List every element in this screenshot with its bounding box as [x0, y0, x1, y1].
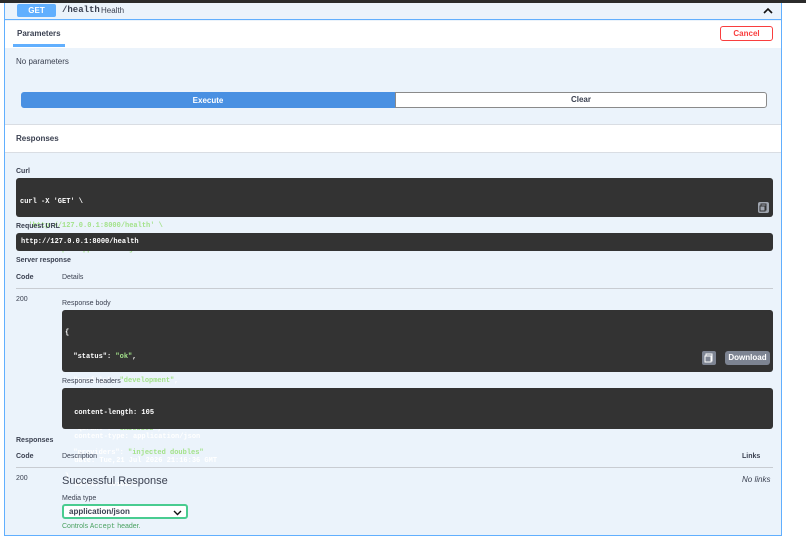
media-type-label: Media type	[62, 495, 97, 502]
copy-icon[interactable]	[758, 202, 769, 213]
response-body-label: Response body	[62, 300, 111, 307]
server-response-label: Server response	[16, 257, 71, 264]
response-code: 200	[16, 475, 28, 482]
operation-summary[interactable]: GET /health Health	[5, 3, 781, 20]
request-url-label: Request URL	[16, 223, 60, 230]
operation-description: Health	[101, 6, 125, 15]
method-badge: GET	[17, 4, 56, 17]
parameters-header: Parameters Cancel	[5, 21, 781, 48]
body-line: "status": "ok",	[65, 353, 137, 361]
body-line: {	[65, 329, 70, 337]
chevron-down-icon	[173, 510, 182, 516]
curl-block[interactable]: curl -X 'GET' \ 'http://127.0.0.1:8000/h…	[16, 178, 773, 254]
response-code: 200	[16, 296, 28, 303]
divider	[16, 467, 773, 468]
request-url-block[interactable]: http://127.0.0.1:8000/health	[16, 233, 773, 251]
responses-header: Responses	[5, 124, 781, 153]
media-type-select[interactable]: application/json	[62, 504, 188, 519]
header-line: content-type: application/json	[70, 433, 201, 441]
chevron-up-icon[interactable]	[761, 4, 775, 18]
column-code: Code	[16, 274, 34, 281]
execute-wrapper: Execute Clear	[21, 92, 767, 108]
response-headers-label: Response headers	[62, 378, 121, 385]
curl-line: curl -X 'GET' \	[20, 198, 84, 206]
copy-icon[interactable]	[702, 351, 716, 365]
no-parameters-text: No parameters	[16, 57, 69, 66]
responses-title: Responses	[16, 134, 59, 143]
cancel-button[interactable]: Cancel	[720, 26, 773, 41]
media-type-value: application/json	[69, 507, 130, 516]
controls-prefix: Controls	[62, 523, 89, 530]
response-description: Successful Response	[62, 475, 168, 487]
header-line: content-length: 105	[70, 409, 155, 417]
tab-parameters[interactable]: Parameters	[13, 27, 65, 47]
curl-label: Curl	[16, 168, 30, 175]
controls-suffix: header.	[117, 523, 141, 530]
controls-accept: Accept	[90, 523, 116, 531]
column-code: Code	[16, 453, 34, 460]
execute-button[interactable]: Execute	[21, 92, 395, 108]
operation-block: GET /health Health Parameters Cancel No …	[4, 3, 782, 536]
no-links-text: No links	[742, 475, 771, 484]
response-headers-block[interactable]: content-length: 105 content-type: applic…	[62, 388, 773, 489]
response-body-block[interactable]: { "status": "ok", "profile": "developmen…	[62, 310, 773, 481]
request-url-value: http://127.0.0.1:8000/health	[21, 238, 139, 246]
column-links: Links	[742, 453, 761, 460]
column-details: Details	[62, 274, 84, 281]
responses-section-label: Responses	[16, 437, 54, 444]
clear-button[interactable]: Clear	[395, 92, 767, 108]
download-button[interactable]: Download	[725, 351, 770, 365]
divider	[16, 288, 773, 289]
column-description: Description	[62, 453, 98, 460]
endpoint-path: /health	[62, 5, 100, 15]
controls-accept-note: Controls Accept header.	[62, 523, 141, 531]
